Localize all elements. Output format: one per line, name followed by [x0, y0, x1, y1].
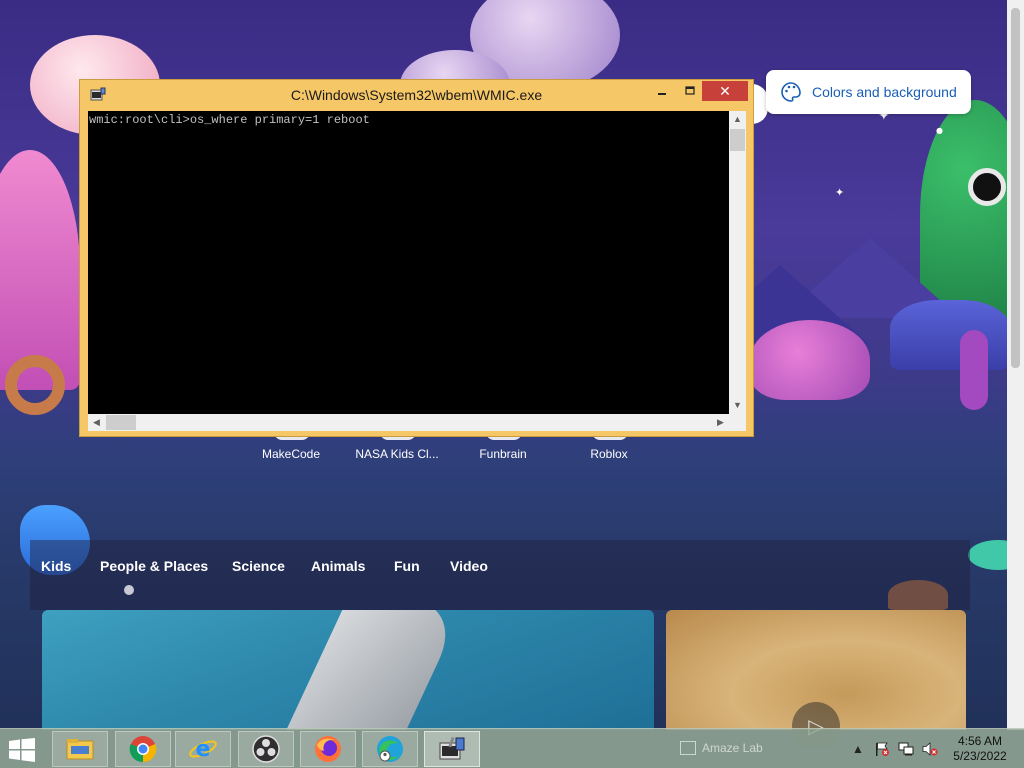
scroll-down-arrow-icon[interactable]: ▼: [729, 397, 746, 414]
action-center-flag-icon[interactable]: [874, 741, 890, 757]
tentacle-decoration: [960, 330, 988, 410]
category-tab-people-places[interactable]: People & Places: [100, 558, 208, 574]
category-tab-kids[interactable]: Kids: [41, 558, 71, 574]
colors-and-background-label: Colors and background: [812, 84, 957, 100]
watermark-text: Amaze Lab: [702, 741, 763, 755]
category-tab-video[interactable]: Video: [450, 558, 488, 574]
sparkle-icon: ✦: [835, 186, 845, 199]
volcano-character: [0, 150, 80, 390]
internet-explorer-icon: e: [189, 737, 217, 762]
page-scrollbar-thumb[interactable]: [1011, 8, 1020, 368]
scrollbar-corner: [729, 414, 746, 431]
taskbar-obs-studio[interactable]: [238, 731, 294, 767]
console-output-text: wmic:root\cli>os_where primary=1 reboot: [89, 113, 370, 127]
taskbar-firefox[interactable]: [300, 731, 356, 767]
category-indicator: [124, 585, 134, 595]
volume-muted-icon[interactable]: [922, 741, 938, 757]
category-tab-fun[interactable]: Fun: [394, 558, 420, 574]
taskbar-chrome[interactable]: [115, 731, 171, 767]
close-icon: ✕: [719, 82, 731, 99]
taskbar-internet-explorer[interactable]: e: [175, 731, 231, 767]
quick-link-makecode[interactable]: MakeCode: [246, 447, 336, 461]
quick-link-funbrain[interactable]: Funbrain: [458, 447, 548, 461]
minimize-button[interactable]: [648, 81, 676, 101]
category-nav: [30, 540, 970, 610]
console-vertical-scrollbar[interactable]: ▲ ▼: [729, 111, 746, 414]
page-scrollbar[interactable]: [1007, 0, 1024, 730]
monster-eye: [968, 168, 1006, 206]
close-button[interactable]: ✕: [702, 81, 748, 101]
edge-icon: [377, 736, 403, 762]
folder-icon: [66, 739, 94, 760]
minimize-icon: [658, 93, 666, 95]
wmic-console-window[interactable]: C:\Windows\System32\wbem\WMIC.exe ✕ wmic…: [79, 79, 754, 437]
clock-date: 5/23/2022: [953, 749, 1007, 763]
colors-and-background-button[interactable]: Colors and background: [766, 70, 971, 114]
maximize-icon: [685, 86, 695, 95]
scroll-up-arrow-icon[interactable]: ▲: [729, 111, 746, 128]
console-title-bar[interactable]: C:\Windows\System32\wbem\WMIC.exe ✕: [80, 80, 753, 110]
start-button[interactable]: [8, 738, 40, 762]
wmic-icon: [439, 736, 465, 760]
taskbar-wmic-console[interactable]: [424, 731, 480, 767]
category-tab-science[interactable]: Science: [232, 558, 285, 574]
shark-fin-image: [277, 610, 467, 730]
clock-time: 4:56 AM: [957, 734, 1003, 748]
scroll-left-arrow-icon[interactable]: ◀: [88, 414, 105, 431]
show-hidden-icons-chevron-icon[interactable]: ▲: [850, 741, 866, 757]
scroll-right-arrow-icon[interactable]: ▶: [712, 414, 729, 431]
firefox-icon: [315, 736, 341, 762]
obs-icon: [252, 735, 280, 763]
palette-icon: [781, 82, 801, 102]
category-tab-animals[interactable]: Animals: [311, 558, 365, 574]
quick-link-nasa-kids[interactable]: NASA Kids Cl...: [352, 447, 442, 461]
console-hscroll-thumb[interactable]: [106, 415, 136, 430]
taskbar-file-explorer[interactable]: [52, 731, 108, 767]
island-decoration: [750, 320, 870, 400]
donut-decoration: [5, 355, 65, 415]
windows-logo-icon: [9, 738, 35, 762]
taskbar-edge[interactable]: [362, 731, 418, 767]
console-vscroll-thumb[interactable]: [730, 129, 745, 151]
taskbar: e Amaze Lab ▲ 4:56 AM 5/23/2022: [0, 728, 1024, 768]
console-output-area[interactable]: wmic:root\cli>os_where primary=1 reboot …: [88, 111, 746, 431]
island-decoration: [890, 300, 1010, 370]
console-horizontal-scrollbar[interactable]: ◀ ▶: [88, 414, 729, 431]
news-card-shark[interactable]: [42, 610, 654, 730]
taskbar-clock[interactable]: 4:56 AM 5/23/2022: [948, 734, 1012, 764]
maximize-button[interactable]: [676, 81, 704, 101]
svg-text:e: e: [196, 737, 211, 762]
tray-watermark: Amaze Lab: [680, 741, 763, 755]
quick-link-roblox[interactable]: Roblox: [564, 447, 654, 461]
network-icon[interactable]: [898, 741, 914, 757]
sparkle-icon: ●: [936, 126, 943, 135]
chrome-icon: [129, 736, 157, 763]
amaze-lab-logo-icon: [680, 741, 696, 755]
